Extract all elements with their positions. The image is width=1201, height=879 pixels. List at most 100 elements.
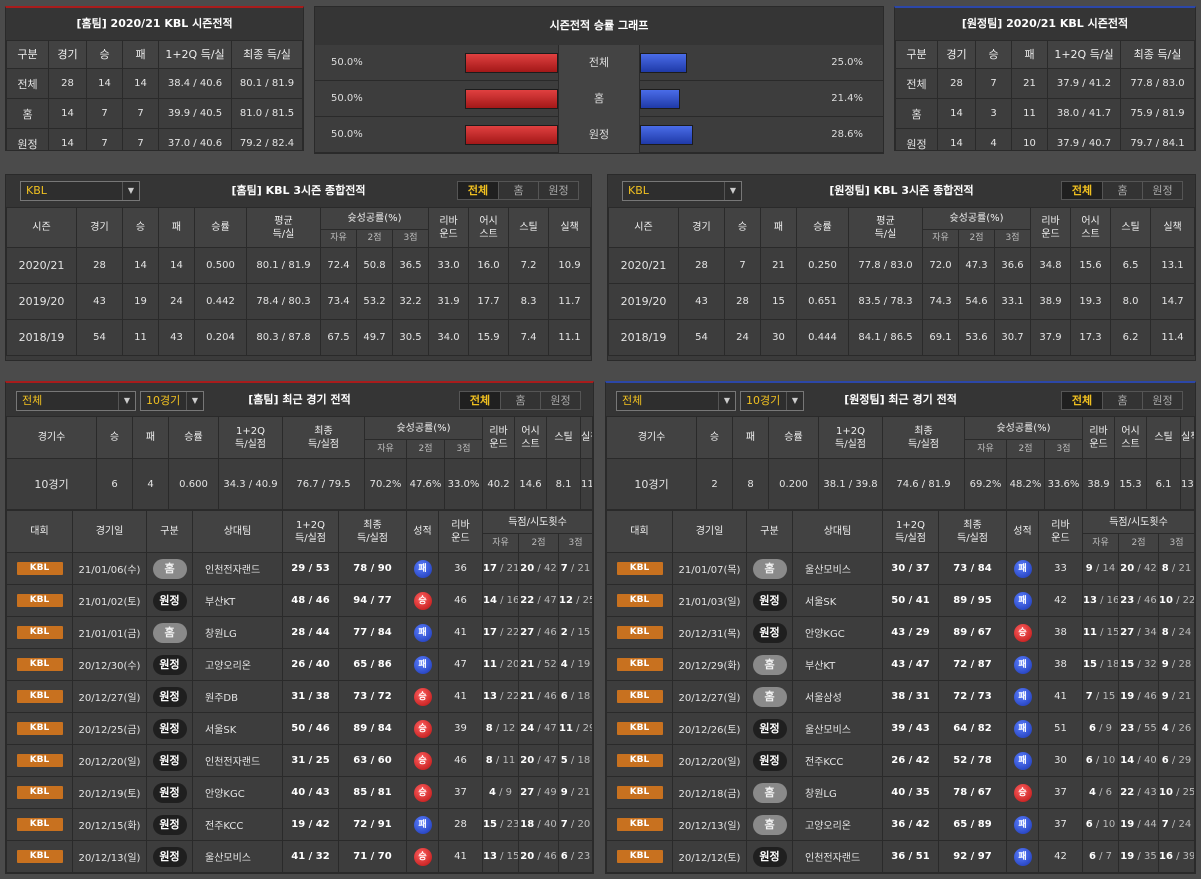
chevron-down-icon[interactable]: ▼ — [186, 392, 203, 410]
attempt-count: 47 — [543, 723, 557, 734]
game-row[interactable]: KBL 20/12/25(금) 원정 서울SK 50 / 46 89 / 84 승 39 8 /… — [6, 712, 593, 745]
attempt-count: 42 — [543, 563, 557, 574]
game-row[interactable]: KBL 20/12/13(일) 홈 고양오리온 36 / 42 65 / 89 패 37 6 /… — [606, 808, 1195, 841]
game-row[interactable]: KBL 20/12/29(화) 홈 부산KT 43 / 47 72 / 87 패 38 15 /… — [606, 648, 1195, 681]
opponent-cell[interactable]: 인천전자랜드 — [192, 552, 283, 585]
attempt-count: 18 — [1106, 659, 1119, 670]
game-row[interactable]: KBL 21/01/06(수) 홈 인천전자랜드 29 / 53 78 / 90 패 36 17… — [6, 552, 593, 585]
opponent-cell[interactable]: 안양KGC — [792, 616, 883, 649]
game-row[interactable]: KBL 20/12/18(금) 홈 창원LG 40 / 35 78 / 67 승 37 4 / … — [606, 776, 1195, 809]
made-count: 22 — [1120, 787, 1135, 798]
game-row[interactable]: KBL 20/12/15(화) 원정 전주KCC 19 / 42 72 / 91 패 28 15… — [6, 808, 593, 841]
tab-all[interactable]: 전체 — [458, 182, 498, 199]
tab-home[interactable]: 홈 — [498, 182, 538, 199]
tab-home[interactable]: 홈 — [1102, 392, 1142, 409]
table-cell: 7 — [724, 247, 761, 284]
reb-cell: 42 — [1038, 840, 1083, 873]
loss-badge: 패 — [1013, 751, 1032, 770]
col-reb: 리바 운드 — [428, 207, 470, 248]
opponent-cell[interactable]: 원주DB — [192, 680, 283, 713]
tab-away[interactable]: 원정 — [1142, 392, 1182, 409]
game-row[interactable]: KBL 20/12/31(목) 원정 안양KGC 43 / 29 89 / 67 승 38 11… — [606, 616, 1195, 649]
separator: / — [1134, 851, 1144, 862]
game-row[interactable]: KBL 21/01/01(금) 홈 창원LG 28 / 44 77 / 84 패 41 17 /… — [6, 616, 593, 649]
opponent-cell[interactable]: 서울삼성 — [792, 680, 883, 713]
free-shot-cell: 14 / 16 — [482, 584, 519, 617]
opponent-cell[interactable]: 전주KCC — [192, 808, 283, 841]
summary-cell: 8 — [732, 458, 769, 510]
opponent-cell[interactable]: 울산모비스 — [792, 552, 883, 585]
col-league: 대회 — [606, 510, 673, 553]
game-row[interactable]: KBL 21/01/02(토) 원정 부산KT 48 / 46 94 / 77 승 46 14 … — [6, 584, 593, 617]
tab-all[interactable]: 전체 — [1062, 182, 1102, 199]
tab-home[interactable]: 홈 — [500, 392, 540, 409]
game-row[interactable]: KBL 21/01/03(일) 원정 서울SK 50 / 41 89 / 95 패 42 13 … — [606, 584, 1195, 617]
table-cell: 2018/19 — [6, 319, 77, 356]
game-row[interactable]: KBL 20/12/20(일) 원정 인천전자랜드 31 / 25 63 / 60 승 46 8… — [6, 744, 593, 777]
game-row[interactable]: KBL 20/12/13(일) 원정 울산모비스 41 / 32 71 / 70 승 41 13… — [6, 840, 593, 873]
tab-away[interactable]: 원정 — [1142, 182, 1182, 199]
opponent-cell[interactable]: 고양오리온 — [792, 808, 883, 841]
count-select[interactable]: 10경기 ▼ — [140, 391, 204, 411]
opponent-cell[interactable]: 고양오리온 — [192, 648, 283, 681]
opponent-cell[interactable]: 부산KT — [792, 648, 883, 681]
table-cell: 7.2 — [508, 247, 550, 284]
filter-select[interactable]: 전체 ▼ — [616, 391, 736, 411]
col-half: 1+2Q 득/실 — [1047, 40, 1121, 69]
opponent-cell[interactable]: 인천전자랜드 — [792, 840, 883, 873]
game-row[interactable]: KBL 20/12/20(일) 원정 전주KCC 26 / 42 52 / 78 패 30 6 … — [606, 744, 1195, 777]
opponent-cell[interactable]: 울산모비스 — [792, 712, 883, 745]
attempt-count: 24 — [1178, 627, 1192, 638]
opponent-cell[interactable]: 서울SK — [192, 712, 283, 745]
game-row[interactable]: KBL 20/12/27(일) 홈 서울삼성 38 / 31 72 / 73 패 41 7 / … — [606, 680, 1195, 713]
tab-all[interactable]: 전체 — [460, 392, 500, 409]
opponent-cell[interactable]: 서울SK — [792, 584, 883, 617]
col-shot: 슛성공률(%) — [319, 206, 430, 231]
opponent-cell[interactable]: 전주KCC — [792, 744, 883, 777]
game-row[interactable]: KBL 20/12/30(수) 원정 고양오리온 26 / 40 65 / 86 패 47 11… — [6, 648, 593, 681]
chevron-down-icon[interactable]: ▼ — [122, 182, 139, 200]
opponent-cell[interactable]: 울산모비스 — [192, 840, 283, 873]
free-shot-cell: 15 / 18 — [1082, 648, 1119, 681]
count-select[interactable]: 10경기 ▼ — [740, 391, 804, 411]
col-result: 성적 — [1006, 510, 1039, 553]
table-cell: 7 — [975, 68, 1012, 99]
league-select[interactable]: KBL ▼ — [20, 181, 140, 201]
opponent-cell[interactable]: 인천전자랜드 — [192, 744, 283, 777]
game-row[interactable]: KBL 20/12/12(토) 원정 인천전자랜드 36 / 51 92 / 97 패 42 6… — [606, 840, 1195, 873]
tab-away[interactable]: 원정 — [540, 392, 580, 409]
col-free: 자유 — [364, 439, 407, 459]
game-row[interactable]: KBL 20/12/27(일) 원정 원주DB 31 / 38 73 / 72 승 41 13 … — [6, 680, 593, 713]
final-score-cell: 89 / 84 — [338, 712, 407, 745]
chevron-down-icon[interactable]: ▼ — [718, 392, 735, 410]
opponent-cell[interactable]: 안양KGC — [192, 776, 283, 809]
date-cell: 20/12/20(일) — [72, 744, 147, 777]
made-count: 19 — [1120, 819, 1135, 830]
attempt-count: 25 — [582, 595, 592, 606]
summary-cell: 74.6 / 81.9 — [882, 458, 965, 510]
league-cell: KBL — [6, 616, 73, 649]
final-score-cell: 52 / 78 — [938, 744, 1007, 777]
chevron-down-icon[interactable]: ▼ — [118, 392, 135, 410]
opponent-cell[interactable]: 창원LG — [792, 776, 883, 809]
made-count: 18 — [520, 819, 535, 830]
opponent-cell[interactable]: 창원LG — [192, 616, 283, 649]
game-row[interactable]: KBL 21/01/07(목) 홈 울산모비스 30 / 37 73 / 84 패 33 9 /… — [606, 552, 1195, 585]
table-cell: 75.9 / 81.9 — [1120, 98, 1195, 129]
home-recent-body: 경기수승패승률1+2Q득/실점최종득/실점슛성공률(%)리바운드어시스트스틸실책… — [6, 415, 593, 873]
league-select[interactable]: KBL ▼ — [622, 181, 742, 201]
summary-cell: 76.7 / 79.5 — [282, 458, 365, 510]
made-count: 6 — [1085, 819, 1093, 830]
tab-away[interactable]: 원정 — [538, 182, 578, 199]
game-row[interactable]: KBL 20/12/19(토) 원정 안양KGC 40 / 43 85 / 81 승 37 4 … — [6, 776, 593, 809]
opponent-cell[interactable]: 부산KT — [192, 584, 283, 617]
filter-select[interactable]: 전체 ▼ — [16, 391, 136, 411]
table-cell: 72.0 — [922, 247, 959, 284]
tab-all[interactable]: 전체 — [1062, 392, 1102, 409]
game-row[interactable]: KBL 20/12/26(토) 원정 울산모비스 39 / 43 64 / 82 패 51 6 … — [606, 712, 1195, 745]
tab-home[interactable]: 홈 — [1102, 182, 1142, 199]
chevron-down-icon[interactable]: ▼ — [724, 182, 741, 200]
free-shot-cell: 17 / 22 — [482, 616, 519, 649]
col-free: 자유 — [482, 533, 519, 553]
chevron-down-icon[interactable]: ▼ — [786, 392, 803, 410]
